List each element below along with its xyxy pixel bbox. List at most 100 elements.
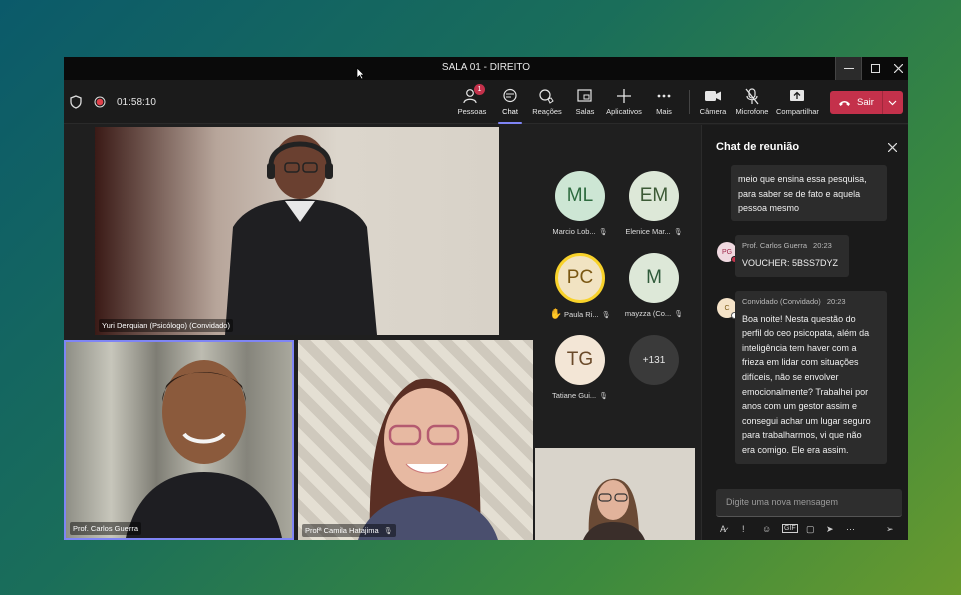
forward-icon[interactable]: ➤ bbox=[826, 524, 834, 535]
participant-name-camila-text: Profª Camila Hatajima bbox=[305, 526, 379, 535]
chat-message: meio que ensina essa pesquisa, para sabe… bbox=[731, 165, 887, 221]
leave-button[interactable]: Sair bbox=[830, 91, 903, 114]
message-line: perfil do ceo psicopata, além da bbox=[742, 328, 870, 339]
microphone-muted-icon: 🎙 bbox=[598, 229, 608, 236]
toolbar-divider bbox=[689, 90, 690, 114]
people-button[interactable]: 1 Pessoas bbox=[452, 84, 492, 116]
microphone-label: Microfone bbox=[735, 107, 769, 116]
microphone-muted-icon: 🎙 bbox=[673, 229, 683, 236]
avatar: TG bbox=[555, 335, 605, 385]
message-line: anos com um gestor assim e bbox=[742, 401, 858, 412]
leave-divider bbox=[882, 91, 883, 114]
more-participants-button[interactable]: +131 bbox=[619, 335, 689, 385]
rooms-button[interactable]: Salas bbox=[565, 86, 605, 116]
more-options-icon[interactable]: ⋯ bbox=[846, 524, 855, 535]
minimize-button[interactable] bbox=[835, 57, 862, 80]
more-label: Mais bbox=[656, 107, 672, 116]
emoji-icon[interactable]: ☺ bbox=[762, 524, 771, 534]
participant-name: Elenice Mar... bbox=[625, 227, 671, 236]
hang-up-icon bbox=[839, 100, 850, 106]
message-line: pessoa mesmo bbox=[738, 203, 800, 214]
message-line: emocionalmente? Trabalhei por bbox=[742, 386, 869, 397]
avatar: EM bbox=[629, 171, 679, 221]
microphone-button[interactable]: Microfone bbox=[732, 86, 772, 116]
participant-tile[interactable]: PC ✋ Paula Ri... 🎙 bbox=[545, 253, 615, 320]
overflow-count: +131 bbox=[629, 335, 679, 385]
minimize-icon bbox=[843, 67, 854, 69]
microphone-muted-icon bbox=[745, 87, 759, 104]
avatar: PC bbox=[555, 253, 605, 303]
message-line: VOUCHER: 5BSS7DYZ bbox=[742, 257, 839, 268]
shield-icon bbox=[70, 95, 82, 109]
participant-tile[interactable]: ML Marcio Lob... 🎙 bbox=[545, 171, 615, 236]
participant-tile[interactable]: M mayzza (Co... 🎙 bbox=[619, 253, 689, 318]
maximize-icon bbox=[871, 64, 880, 73]
rooms-label: Salas bbox=[575, 107, 595, 116]
microphone-muted-icon: 🎙 bbox=[601, 312, 611, 319]
microphone-muted-icon: 🎙 bbox=[383, 528, 393, 535]
close-window-button[interactable] bbox=[888, 57, 908, 80]
share-button[interactable]: Compartilhar bbox=[776, 86, 819, 116]
message-input[interactable]: Digite uma nova mensagem bbox=[716, 489, 902, 517]
share-label: Compartilhar bbox=[776, 107, 819, 116]
format-icon[interactable]: A̷ bbox=[720, 524, 726, 534]
microphone-muted-icon: 🎙 bbox=[674, 311, 684, 318]
share-icon bbox=[790, 90, 804, 101]
participant-video-image bbox=[126, 360, 282, 538]
close-icon bbox=[893, 64, 903, 73]
message-line: para saber se de fato e aquela bbox=[738, 188, 861, 199]
chat-button[interactable]: Chat bbox=[490, 86, 530, 124]
sticker-icon[interactable]: ▢ bbox=[806, 524, 815, 535]
people-badge: 1 bbox=[474, 84, 485, 95]
video-tile-self[interactable] bbox=[535, 448, 695, 540]
participant-name: Marcio Lob... bbox=[552, 227, 596, 236]
avatar-initials: C bbox=[724, 304, 730, 312]
camera-label: Câmera bbox=[699, 107, 727, 116]
more-button[interactable]: Mais bbox=[644, 86, 684, 116]
message-line: para trabalharmos, vi que não bbox=[742, 430, 862, 441]
active-tab-indicator bbox=[498, 122, 522, 124]
gif-icon[interactable]: GIF bbox=[782, 524, 798, 533]
video-tile-main[interactable]: Yuri Derquian (Psicólogo) (Convidado) bbox=[95, 127, 499, 335]
people-label: Pessoas bbox=[457, 107, 487, 116]
plus-icon bbox=[617, 89, 631, 103]
chat-title: Chat de reunião bbox=[716, 141, 800, 153]
mouse-cursor-icon bbox=[356, 67, 365, 80]
reactions-icon bbox=[539, 89, 554, 104]
message-line: frieza em lidar com situações bbox=[742, 357, 859, 368]
video-tile-carlos[interactable]: Prof. Carlos Guerra bbox=[64, 340, 294, 540]
participant-name-main: Yuri Derquian (Psicólogo) (Convidado) bbox=[99, 319, 233, 332]
microphone-muted-icon: 🎙 bbox=[599, 393, 609, 400]
camera-button[interactable]: Câmera bbox=[693, 86, 733, 116]
reactions-button[interactable]: Reações bbox=[527, 86, 567, 116]
recording-icon bbox=[94, 96, 106, 108]
message-time: 20:23 bbox=[813, 241, 832, 250]
participant-video-image bbox=[225, 135, 377, 335]
important-icon[interactable]: ! bbox=[742, 524, 745, 534]
message-author: Prof. Carlos Guerra bbox=[742, 241, 808, 250]
self-video-image bbox=[583, 478, 645, 540]
message-line: difíceis, não se envolver bbox=[742, 371, 839, 382]
maximize-button[interactable] bbox=[862, 57, 889, 80]
more-icon bbox=[657, 94, 671, 98]
apps-button[interactable]: Aplicativos bbox=[604, 86, 644, 116]
close-icon[interactable] bbox=[888, 143, 897, 152]
participant-name-carlos: Prof. Carlos Guerra bbox=[70, 522, 142, 535]
raised-hand-icon: ✋ bbox=[549, 309, 562, 320]
chat-message: Convidado (Convidado) 20:23 Boa noite! Ne… bbox=[735, 291, 887, 464]
teams-meeting-window: SALA 01 - DIREITO 01:58:10 1 Pessoas Cha… bbox=[64, 57, 908, 540]
title-bar: SALA 01 - DIREITO bbox=[64, 57, 908, 80]
chat-panel: Chat de reunião meio que ensina essa pes… bbox=[701, 125, 908, 540]
chat-message: Prof. Carlos Guerra 20:23 VOUCHER: 5BSS7D… bbox=[735, 235, 849, 277]
send-icon[interactable]: ➢ bbox=[886, 524, 894, 535]
participant-tile[interactable]: TG Tatiane Gui... 🎙 bbox=[545, 335, 615, 400]
composer-toolbar: A̷ ! ☺ GIF ▢ ➤ ⋯ ➢ bbox=[720, 524, 900, 540]
chevron-down-icon[interactable] bbox=[888, 100, 897, 106]
avatar: C bbox=[717, 298, 738, 319]
chat-icon bbox=[503, 88, 517, 103]
rooms-icon bbox=[577, 89, 592, 102]
meeting-timer: 01:58:10 bbox=[117, 97, 156, 108]
video-tile-camila[interactable]: Profª Camila Hatajima 🎙 bbox=[298, 340, 533, 540]
participant-tile[interactable]: EM Elenice Mar... 🎙 bbox=[619, 171, 689, 236]
window-title: SALA 01 - DIREITO bbox=[441, 62, 531, 73]
